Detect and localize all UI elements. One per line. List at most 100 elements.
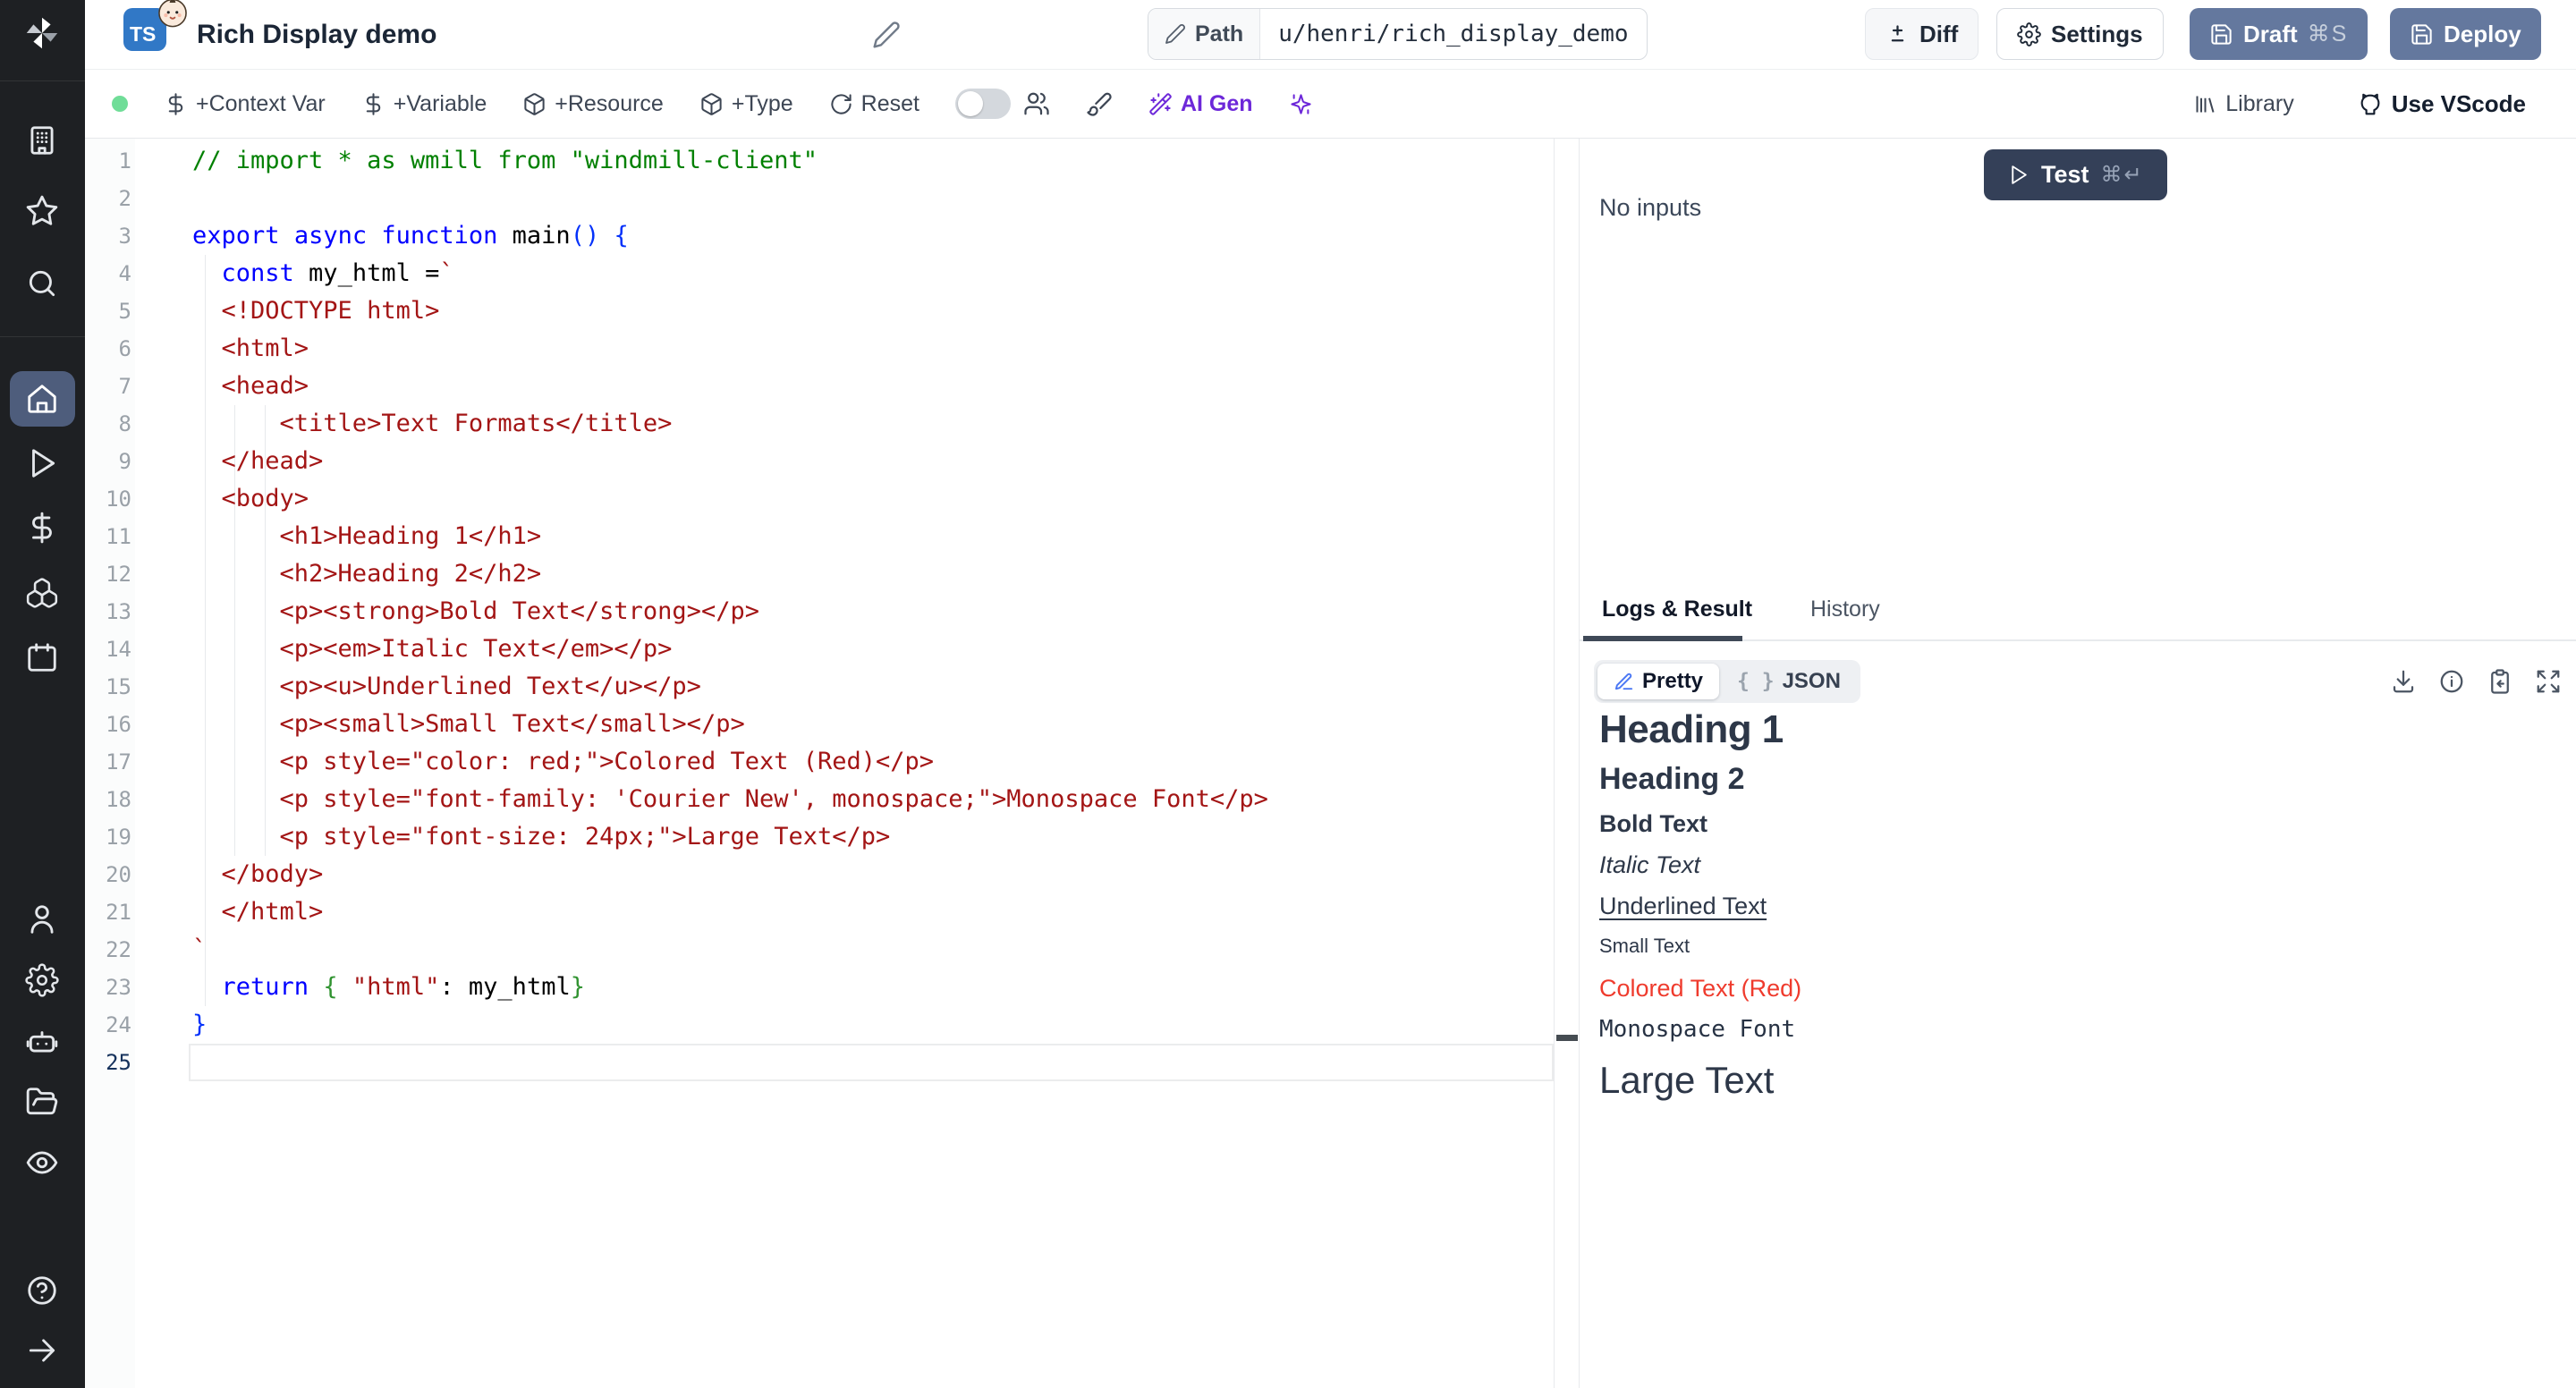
- code-text[interactable]: </html>: [131, 893, 323, 931]
- code-text[interactable]: <h2>Heading 2</h2>: [131, 555, 541, 593]
- code-text[interactable]: return { "html": my_html}: [131, 969, 585, 1006]
- code-text[interactable]: // import * as wmill from "windmill-clie…: [131, 142, 818, 180]
- code-line-8[interactable]: 8 <title>Text Formats</title>: [85, 405, 1554, 443]
- line-number[interactable]: 17: [85, 743, 131, 781]
- view-pretty-button[interactable]: Pretty: [1597, 664, 1719, 699]
- code-text[interactable]: <p style="font-family: 'Courier New', mo…: [131, 781, 1268, 818]
- line-number[interactable]: 13: [85, 593, 131, 631]
- code-line-17[interactable]: 17 <p style="color: red;">Colored Text (…: [85, 743, 1554, 781]
- line-number[interactable]: 19: [85, 818, 131, 856]
- code-line-25[interactable]: 25: [85, 1044, 1554, 1081]
- format-brush-button[interactable]: [1086, 90, 1113, 117]
- runs-play-icon[interactable]: [25, 446, 59, 480]
- line-number[interactable]: 1: [85, 142, 131, 180]
- code-line-12[interactable]: 12 <h2>Heading 2</h2>: [85, 555, 1554, 593]
- line-number[interactable]: 14: [85, 631, 131, 668]
- code-line-18[interactable]: 18 <p style="font-family: 'Courier New',…: [85, 781, 1554, 818]
- line-number[interactable]: 16: [85, 706, 131, 743]
- line-number[interactable]: 2: [85, 180, 131, 217]
- path-field[interactable]: Path u/henri/rich_display_demo: [1148, 8, 1648, 60]
- code-text[interactable]: <p style="font-size: 24px;">Large Text</…: [131, 818, 890, 856]
- code-text[interactable]: <p style="color: red;">Colored Text (Red…: [131, 743, 934, 781]
- add-type-button[interactable]: +Type: [699, 91, 793, 117]
- diff-button[interactable]: Diff: [1865, 8, 1979, 60]
- line-number[interactable]: 3: [85, 217, 131, 255]
- tab-logs-result[interactable]: Logs & Result: [1602, 597, 1752, 622]
- code-text[interactable]: <html>: [131, 330, 309, 368]
- collapse-arrow-right-icon[interactable]: [25, 1333, 59, 1367]
- code-line-23[interactable]: 23 return { "html": my_html}: [85, 969, 1554, 1006]
- code-text[interactable]: [131, 180, 192, 217]
- code-line-21[interactable]: 21 </html>: [85, 893, 1554, 931]
- deploy-button[interactable]: Deploy: [2390, 8, 2541, 60]
- line-number[interactable]: 11: [85, 518, 131, 555]
- help-icon[interactable]: [25, 1274, 59, 1308]
- add-resource-button[interactable]: +Resource: [522, 91, 664, 117]
- code-line-1[interactable]: 1// import * as wmill from "windmill-cli…: [85, 142, 1554, 180]
- reset-button[interactable]: Reset: [829, 91, 919, 117]
- multiplayer-toggle[interactable]: [955, 89, 1011, 119]
- code-line-16[interactable]: 16 <p><small>Small Text</small></p>: [85, 706, 1554, 743]
- save-draft-button[interactable]: Draft ⌘S: [2190, 8, 2368, 60]
- sidebar-item-home[interactable]: [10, 371, 75, 427]
- resources-boxes-icon[interactable]: [25, 576, 59, 610]
- code-text[interactable]: }: [131, 1006, 207, 1044]
- settings-button[interactable]: Settings: [1996, 8, 2164, 60]
- code-text[interactable]: [131, 1044, 192, 1081]
- info-icon[interactable]: [2438, 668, 2465, 695]
- code-line-3[interactable]: 3export async function main() {: [85, 217, 1554, 255]
- code-line-22[interactable]: 22`: [85, 931, 1554, 969]
- workspace-building-icon[interactable]: [25, 123, 59, 157]
- code-text[interactable]: const my_html =`: [131, 255, 454, 292]
- line-number[interactable]: 21: [85, 893, 131, 931]
- variables-dollar-icon[interactable]: [25, 511, 59, 545]
- expand-icon[interactable]: [2535, 668, 2562, 695]
- code-editor[interactable]: 1// import * as wmill from "windmill-cli…: [85, 139, 1554, 1388]
- code-line-24[interactable]: 24}: [85, 1006, 1554, 1044]
- ai-gen-button[interactable]: AI Gen: [1148, 91, 1253, 117]
- download-icon[interactable]: [2390, 668, 2417, 695]
- code-line-20[interactable]: 20 </body>: [85, 856, 1554, 893]
- line-number[interactable]: 10: [85, 480, 131, 518]
- folders-icon[interactable]: [25, 1085, 59, 1119]
- code-line-2[interactable]: 2: [85, 180, 1554, 217]
- test-button[interactable]: Test ⌘↵: [1984, 149, 2167, 200]
- workers-robot-icon[interactable]: [25, 1024, 59, 1058]
- code-text[interactable]: <!DOCTYPE html>: [131, 292, 439, 330]
- code-line-7[interactable]: 7 <head>: [85, 368, 1554, 405]
- path-value[interactable]: u/henri/rich_display_demo: [1260, 9, 1646, 59]
- use-vscode-button[interactable]: Use VScode: [2357, 90, 2526, 118]
- code-text[interactable]: <title>Text Formats</title>: [131, 405, 672, 443]
- code-text[interactable]: <head>: [131, 368, 309, 405]
- code-line-6[interactable]: 6 <html>: [85, 330, 1554, 368]
- line-number[interactable]: 9: [85, 443, 131, 480]
- line-number[interactable]: 24: [85, 1006, 131, 1044]
- code-text[interactable]: <p><strong>Bold Text</strong></p>: [131, 593, 759, 631]
- add-context-var-button[interactable]: +Context Var: [164, 91, 326, 117]
- schedules-calendar-icon[interactable]: [25, 640, 59, 674]
- code-line-14[interactable]: 14 <p><em>Italic Text</em></p>: [85, 631, 1554, 668]
- search-icon[interactable]: [25, 267, 59, 300]
- code-line-4[interactable]: 4 const my_html =`: [85, 255, 1554, 292]
- sparkles-button[interactable]: [1289, 92, 1313, 116]
- line-number[interactable]: 20: [85, 856, 131, 893]
- clipboard-copy-icon[interactable]: [2487, 668, 2513, 695]
- line-number[interactable]: 22: [85, 931, 131, 969]
- line-number[interactable]: 18: [85, 781, 131, 818]
- code-line-5[interactable]: 5 <!DOCTYPE html>: [85, 292, 1554, 330]
- settings-gear-icon[interactable]: [25, 963, 59, 997]
- code-line-9[interactable]: 9 </head>: [85, 443, 1554, 480]
- code-text[interactable]: </head>: [131, 443, 323, 480]
- code-line-11[interactable]: 11 <h1>Heading 1</h1>: [85, 518, 1554, 555]
- code-text[interactable]: `: [131, 931, 207, 969]
- line-number[interactable]: 7: [85, 368, 131, 405]
- line-number[interactable]: 23: [85, 969, 131, 1006]
- view-json-button[interactable]: { } JSON: [1721, 664, 1857, 699]
- edit-summary-pencil-icon[interactable]: [872, 21, 901, 49]
- code-text[interactable]: export async function main() {: [131, 217, 629, 255]
- line-number[interactable]: 15: [85, 668, 131, 706]
- line-number[interactable]: 12: [85, 555, 131, 593]
- add-variable-button[interactable]: +Variable: [361, 91, 487, 117]
- code-text[interactable]: <body>: [131, 480, 309, 518]
- line-number[interactable]: 25: [85, 1044, 131, 1081]
